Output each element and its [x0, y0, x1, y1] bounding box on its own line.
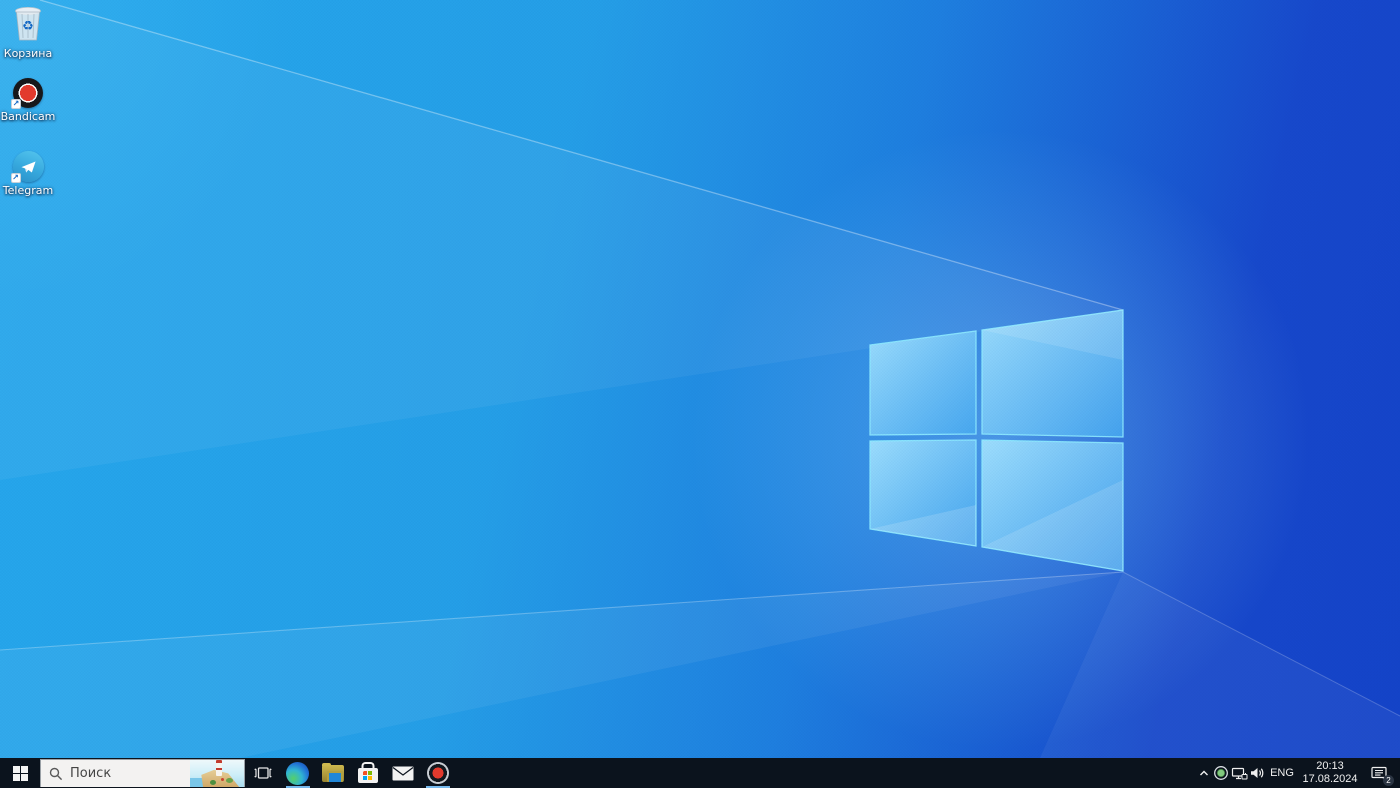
- bandicam-icon: [426, 762, 449, 784]
- search-icon: [49, 767, 63, 780]
- shortcut-arrow-icon: ↗: [11, 99, 21, 109]
- desktop-icon-label: Telegram: [2, 184, 54, 197]
- file-explorer-icon: [321, 762, 344, 782]
- tray-bandicam-status[interactable]: [1212, 758, 1230, 788]
- taskbar-app-edge[interactable]: [280, 758, 315, 788]
- notification-badge: 2: [1383, 775, 1394, 786]
- taskbar: Поиск ENG 20:13 17.08.2024 2: [0, 758, 1400, 788]
- desktop: ♻ Корзина ↗ Bandicam ↗ Telegram Поиск EN…: [0, 0, 1400, 788]
- lighthouse-shape: [216, 760, 222, 776]
- desktop-icon-recycle-bin[interactable]: ♻ Корзина: [2, 4, 54, 60]
- edge-icon: [286, 761, 309, 785]
- telegram-icon: ↗: [10, 151, 44, 183]
- bandicam-icon: ↗: [11, 78, 43, 109]
- search-input[interactable]: Поиск: [40, 759, 245, 787]
- system-tray: ENG 20:13 17.08.2024 2: [1195, 758, 1400, 788]
- tray-volume[interactable]: [1248, 758, 1266, 788]
- bandicam-tray-icon: [1214, 766, 1228, 780]
- tray-language-indicator[interactable]: ENG: [1266, 758, 1298, 788]
- wallpaper: [0, 0, 1400, 758]
- tray-network[interactable]: [1230, 758, 1248, 788]
- desktop-icon-bandicam[interactable]: ↗ Bandicam: [0, 78, 56, 123]
- svg-text:♻: ♻: [22, 19, 34, 34]
- volume-icon: [1251, 768, 1264, 778]
- taskbar-app-store[interactable]: [350, 758, 385, 788]
- taskbar-app-mail[interactable]: [385, 758, 420, 788]
- clock-time: 20:13: [1316, 760, 1344, 772]
- tray-clock[interactable]: 20:13 17.08.2024: [1298, 758, 1362, 788]
- search-highlight-image[interactable]: [190, 760, 244, 787]
- action-center-button[interactable]: 2: [1362, 758, 1396, 788]
- bush-shape: [226, 778, 233, 783]
- task-view-icon: [253, 767, 272, 779]
- clock-date: 17.08.2024: [1302, 773, 1358, 785]
- microsoft-store-icon: [357, 768, 378, 783]
- shortcut-arrow-icon: ↗: [10, 173, 21, 183]
- chevron-up-icon: [1199, 770, 1208, 776]
- taskbar-app-file-explorer[interactable]: [315, 758, 350, 788]
- start-button[interactable]: [0, 758, 40, 788]
- network-icon: [1231, 767, 1247, 780]
- flower-dot-shape: [221, 778, 224, 781]
- recycle-bin-icon: ♻: [11, 4, 45, 45]
- task-view-button[interactable]: [245, 758, 280, 788]
- mail-icon: [392, 766, 413, 780]
- desktop-icon-label: Bandicam: [0, 110, 56, 123]
- desktop-icon-label: Корзина: [3, 47, 53, 60]
- windows-start-icon: [12, 765, 28, 781]
- desktop-icon-telegram[interactable]: ↗ Telegram: [2, 151, 54, 197]
- taskbar-app-bandicam[interactable]: [420, 758, 455, 788]
- windows-logo-wallpaper: [0, 0, 1400, 758]
- search-placeholder: Поиск: [70, 766, 112, 781]
- bush-shape: [210, 780, 216, 785]
- tray-show-hidden-icons-button[interactable]: [1195, 758, 1212, 788]
